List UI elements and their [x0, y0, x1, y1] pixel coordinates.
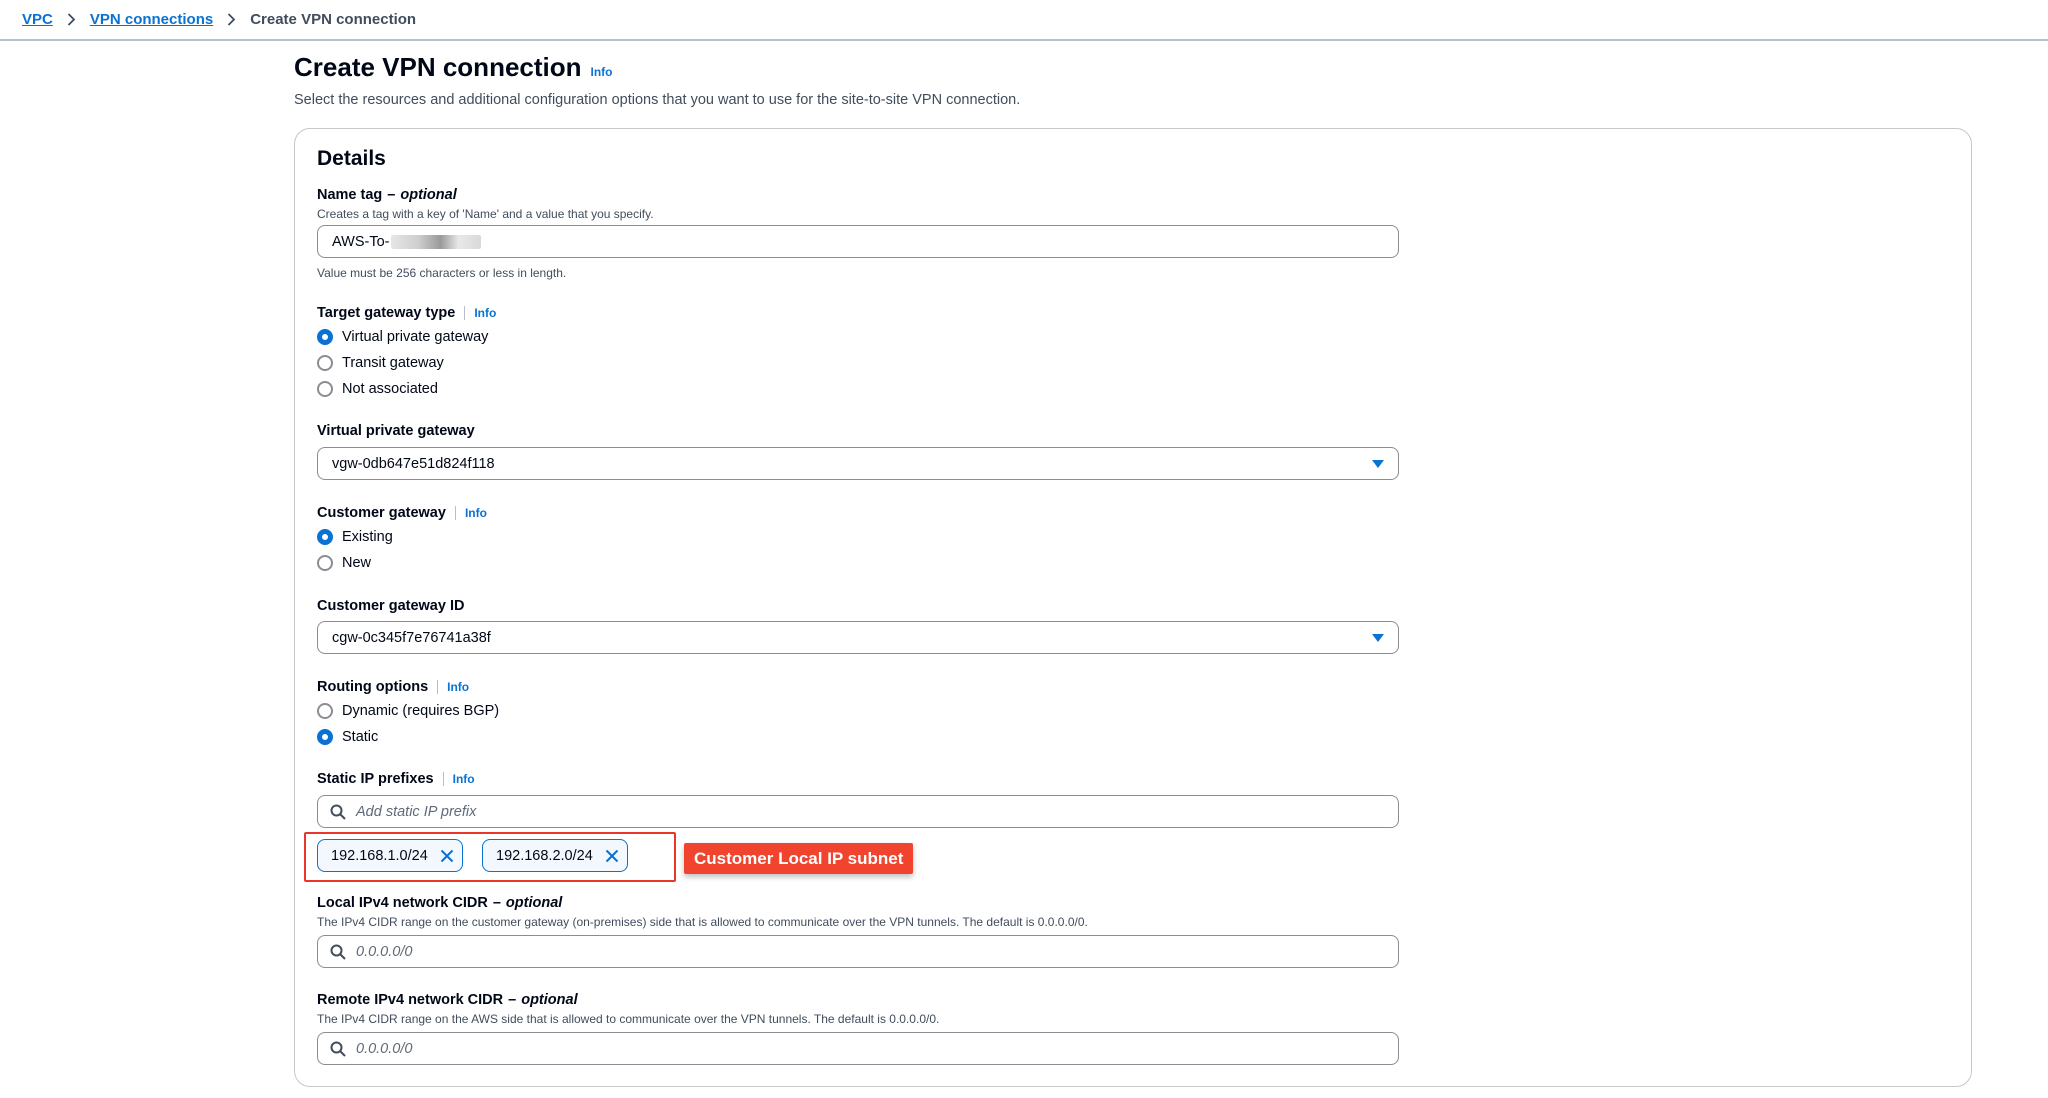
- local-ipv4-cidr-label: Local IPv4 network CIDR – optional: [317, 895, 562, 911]
- remote-ipv4-cidr-input[interactable]: 0.0.0.0/0: [317, 1032, 1399, 1065]
- target-gateway-type-info-link[interactable]: Info: [474, 306, 496, 320]
- label-dash: –: [508, 992, 517, 1008]
- label-divider: [437, 680, 439, 694]
- static-ip-prefixes-info-link[interactable]: Info: [453, 772, 475, 786]
- routing-options-label-text: Routing options: [317, 679, 429, 695]
- radio-button-checked[interactable]: [317, 329, 333, 345]
- label-divider: [442, 772, 444, 786]
- radio-label: New: [342, 555, 372, 571]
- details-container: Details Name tag – optional Creates a ta…: [294, 128, 1972, 1087]
- search-icon: [330, 804, 346, 820]
- token-label: 192.168.1.0/24: [331, 847, 428, 864]
- page-title-row: Create VPN connection Info: [294, 52, 613, 83]
- caret-down-icon: [1372, 459, 1384, 468]
- name-tag-label: Name tag – optional: [317, 187, 457, 203]
- chevron-right-icon: [67, 13, 76, 26]
- target-gateway-type-label: Target gateway type Info: [317, 305, 496, 321]
- radio-label: Virtual private gateway: [342, 329, 489, 345]
- token-192-168-1-0: 192.168.1.0/24: [317, 839, 463, 872]
- customer-gateway-info-link[interactable]: Info: [465, 506, 487, 520]
- static-ip-prefixes-label-text: Static IP prefixes: [317, 771, 434, 787]
- static-ip-prefix-input[interactable]: Add static IP prefix: [317, 795, 1399, 828]
- close-icon[interactable]: [440, 849, 454, 863]
- local-ipv4-cidr-placeholder: 0.0.0.0/0: [356, 943, 413, 960]
- radio-button[interactable]: [317, 381, 333, 397]
- section-title: Details: [317, 147, 386, 170]
- radio-not-associated[interactable]: Not associated: [317, 381, 438, 397]
- customer-gateway-id-select[interactable]: cgw-0c345f7e76741a38f: [317, 621, 1399, 654]
- remote-ipv4-cidr-label: Remote IPv4 network CIDR – optional: [317, 992, 578, 1008]
- radio-button[interactable]: [317, 703, 333, 719]
- redacted-text: [391, 234, 482, 249]
- breadcrumb: VPC VPN connections Create VPN connectio…: [0, 0, 2048, 41]
- radio-button[interactable]: [317, 555, 333, 571]
- close-icon[interactable]: [605, 849, 619, 863]
- breadcrumb-link-vpn-connections[interactable]: VPN connections: [90, 11, 213, 28]
- virtual-private-gateway-label-text: Virtual private gateway: [317, 423, 475, 439]
- search-icon: [330, 1041, 346, 1057]
- radio-label: Existing: [342, 529, 393, 545]
- breadcrumb-current: Create VPN connection: [250, 11, 417, 28]
- label-divider: [454, 506, 456, 520]
- radio-button[interactable]: [317, 355, 333, 371]
- search-icon: [330, 944, 346, 960]
- optional-text: optional: [521, 992, 578, 1008]
- virtual-private-gateway-select[interactable]: vgw-0db647e51d824f118: [317, 447, 1399, 480]
- static-ip-prefix-placeholder: Add static IP prefix: [356, 803, 477, 820]
- local-ipv4-cidr-label-text: Local IPv4 network CIDR: [317, 895, 488, 911]
- customer-gateway-id-value: cgw-0c345f7e76741a38f: [332, 629, 491, 646]
- page-description: Select the resources and additional conf…: [294, 92, 1021, 108]
- radio-virtual-private-gateway[interactable]: Virtual private gateway: [317, 329, 488, 345]
- token-label: 192.168.2.0/24: [496, 847, 593, 864]
- radio-label: Dynamic (requires BGP): [342, 703, 500, 719]
- radio-new[interactable]: New: [317, 555, 371, 571]
- name-tag-description: Creates a tag with a key of 'Name' and a…: [317, 207, 654, 221]
- customer-gateway-id-label-text: Customer gateway ID: [317, 598, 465, 614]
- static-ip-prefixes-label: Static IP prefixes Info: [317, 771, 475, 787]
- remote-ipv4-cidr-description: The IPv4 CIDR range on the AWS side that…: [317, 1012, 940, 1026]
- radio-dynamic[interactable]: Dynamic (requires BGP): [317, 703, 499, 719]
- label-divider: [464, 306, 466, 320]
- local-ipv4-cidr-input[interactable]: 0.0.0.0/0: [317, 935, 1399, 968]
- name-tag-input[interactable]: AWS-To-: [317, 225, 1399, 258]
- radio-static[interactable]: Static: [317, 729, 378, 745]
- optional-text: optional: [400, 187, 457, 203]
- radio-button-checked[interactable]: [317, 529, 333, 545]
- virtual-private-gateway-label: Virtual private gateway: [317, 423, 475, 439]
- name-tag-label-text: Name tag: [317, 187, 383, 203]
- optional-text: optional: [505, 895, 563, 911]
- page-title: Create VPN connection: [294, 52, 582, 82]
- radio-transit-gateway[interactable]: Transit gateway: [317, 355, 444, 371]
- target-gateway-type-label-text: Target gateway type: [317, 305, 456, 321]
- radio-button-checked[interactable]: [317, 729, 333, 745]
- caret-down-icon: [1372, 633, 1384, 642]
- page-info-link[interactable]: Info: [591, 65, 613, 79]
- customer-gateway-id-label: Customer gateway ID: [317, 598, 464, 614]
- virtual-private-gateway-value: vgw-0db647e51d824f118: [332, 455, 495, 472]
- annotation-callout: Customer Local IP subnet: [684, 843, 914, 874]
- label-dash: –: [387, 187, 396, 203]
- customer-gateway-label-text: Customer gateway: [317, 505, 446, 521]
- routing-options-label: Routing options Info: [317, 679, 469, 695]
- radio-existing[interactable]: Existing: [317, 529, 393, 545]
- radio-label: Transit gateway: [342, 355, 444, 371]
- remote-ipv4-cidr-label-text: Remote IPv4 network CIDR: [317, 992, 504, 1008]
- radio-label: Static: [342, 729, 379, 745]
- radio-label: Not associated: [342, 381, 438, 397]
- local-ipv4-cidr-description: The IPv4 CIDR range on the customer gate…: [317, 915, 1088, 929]
- breadcrumb-link-vpc[interactable]: VPC: [22, 11, 53, 28]
- label-dash: –: [492, 895, 501, 911]
- remote-ipv4-cidr-placeholder: 0.0.0.0/0: [356, 1040, 413, 1057]
- customer-gateway-label: Customer gateway Info: [317, 505, 487, 521]
- routing-options-info-link[interactable]: Info: [447, 680, 469, 694]
- chevron-right-icon: [227, 13, 236, 26]
- name-tag-hint: Value must be 256 characters or less in …: [317, 266, 567, 280]
- token-192-168-2-0: 192.168.2.0/24: [482, 839, 628, 872]
- name-tag-value: AWS-To-: [332, 233, 390, 250]
